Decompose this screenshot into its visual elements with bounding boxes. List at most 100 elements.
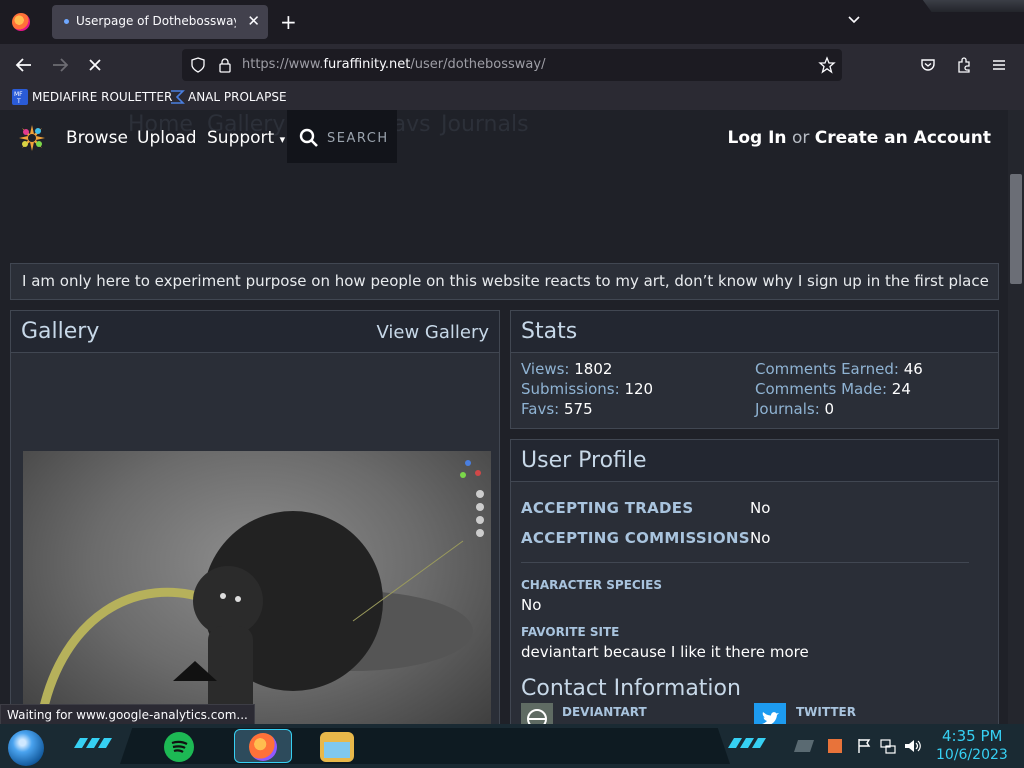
url-text[interactable]: https://www.furaffinity.net/user/dothebo… <box>242 57 545 72</box>
gallery-panel: Gallery View Gallery <box>10 310 500 724</box>
stat-comments-earned: Comments Earned: 46 <box>755 360 923 378</box>
back-button[interactable] <box>13 54 35 76</box>
stat-label: Comments Earned: <box>755 360 899 378</box>
bio-text: I am only here to experiment purpose on … <box>22 272 989 290</box>
profile-title: User Profile <box>521 448 647 473</box>
firefox-icon[interactable] <box>12 13 30 31</box>
address-bar[interactable]: https://www.furaffinity.net/user/dothebo… <box>182 49 842 81</box>
profile-commissions-label: ACCEPTING COMMISSIONS <box>521 529 750 547</box>
nav-support[interactable]: Support ▾ <box>207 128 285 148</box>
search-box[interactable]: SEARCH <box>287 110 397 163</box>
species-value: No <box>521 596 542 614</box>
url-prefix: https://www. <box>242 57 324 72</box>
page-scrollbar[interactable] <box>1008 110 1024 724</box>
species-label: CHARACTER SPECIES <box>521 578 663 592</box>
back-arrow-icon <box>15 58 31 72</box>
profile-header: User Profile <box>511 440 998 482</box>
mediafire-bookmark-icon: MFT <box>12 89 28 105</box>
profile-trades-value: No <box>750 499 771 517</box>
stats-title: Stats <box>521 319 578 344</box>
favorite-site-value: deviantart because I like it there more <box>521 643 809 661</box>
profile-commissions-value: No <box>750 529 771 547</box>
nav-upload[interactable]: Upload <box>137 128 197 148</box>
forward-button[interactable] <box>49 54 71 76</box>
or-text: or <box>791 128 810 148</box>
profile-divider <box>521 562 969 563</box>
bookmark-mediafire[interactable]: MEDIAFIRE ROULETTER <box>32 90 172 104</box>
ghost-nav-journals: Journals <box>441 112 529 137</box>
file-explorer-icon[interactable] <box>320 732 354 762</box>
url-domain: furaffinity.net <box>323 57 411 72</box>
nav-browse[interactable]: Browse <box>66 128 128 148</box>
stat-label: Views: <box>521 360 570 378</box>
taskbar-firefox-button[interactable] <box>234 729 292 763</box>
stat-favs: Favs: 575 <box>521 400 593 418</box>
stats-header: Stats <box>511 311 998 353</box>
browser-nav-bar: https://www.furaffinity.net/user/dothebo… <box>0 44 1024 86</box>
gallery-header: Gallery View Gallery <box>11 311 499 353</box>
chevron-down-icon: ▾ <box>279 133 286 146</box>
stat-value: 46 <box>903 360 923 378</box>
contact-twitter[interactable]: TWITTER <box>796 705 856 719</box>
stat-submissions: Submissions: 120 <box>521 380 653 398</box>
login-link[interactable]: Log In <box>728 128 787 148</box>
browser-tab-bar: Userpage of Dothebossway -- F ✕ + <box>0 0 1024 44</box>
deviantart-icon[interactable] <box>521 703 553 724</box>
clock-time[interactable]: 4:35 PM <box>942 727 1002 745</box>
new-tab-button[interactable]: + <box>280 10 297 34</box>
nav-support-label: Support <box>207 128 275 148</box>
sigma-bookmark-icon <box>171 90 185 104</box>
bookmark-second[interactable]: ANAL PROLAPSE <box>188 90 287 104</box>
svg-text:T: T <box>16 98 21 105</box>
taskbar-band <box>120 728 730 764</box>
stat-views: Views: 1802 <box>521 360 612 378</box>
tray-app-icon[interactable] <box>828 739 842 753</box>
stop-x-icon <box>89 59 101 71</box>
login-area: Log In or Create an Account <box>728 128 992 148</box>
profile-trades-label: ACCEPTING TRADES <box>521 499 694 517</box>
furaffinity-logo-icon[interactable] <box>16 122 48 154</box>
gallery-artwork-image <box>38 460 484 721</box>
svg-text:MF: MF <box>14 91 23 98</box>
contact-title: Contact Information <box>521 676 741 701</box>
tab-list-chevron-icon[interactable] <box>846 12 862 28</box>
web-page: Home Gallery Favs Journals Browse Upload… <box>0 110 1008 724</box>
gallery-title: Gallery <box>21 319 100 344</box>
clock-date[interactable]: 10/6/2023 <box>936 747 1008 763</box>
firefox-taskbar-icon <box>249 733 277 761</box>
view-gallery-link[interactable]: View Gallery <box>376 322 489 343</box>
active-tab[interactable]: Userpage of Dothebossway -- F ✕ <box>52 5 268 39</box>
tab-close-icon[interactable]: ✕ <box>247 11 260 31</box>
forward-arrow-icon <box>53 58 69 72</box>
tab-title: Userpage of Dothebossway -- F <box>76 14 236 28</box>
file-explorer-window-glyph <box>324 742 350 758</box>
site-header: Home Gallery Favs Journals Browse Upload… <box>0 110 1008 166</box>
bookmark-star-icon[interactable] <box>818 56 836 74</box>
pocket-icon[interactable] <box>919 56 937 74</box>
spotify-icon[interactable] <box>164 732 194 762</box>
network-icon[interactable] <box>880 738 896 754</box>
volume-icon[interactable] <box>904 738 922 754</box>
action-center-flag-icon[interactable] <box>856 738 872 754</box>
gallery-thumbnail[interactable] <box>23 451 491 724</box>
start-orb-icon[interactable] <box>8 730 44 766</box>
window-corner-decoration <box>922 0 1024 12</box>
taskbar-deco-right-icon <box>728 738 766 748</box>
loading-dot-icon <box>64 19 69 24</box>
contact-deviantart[interactable]: DEVIANTART <box>562 705 647 719</box>
twitter-icon[interactable] <box>754 703 786 724</box>
stat-journals: Journals: 0 <box>755 400 834 418</box>
stop-loading-button[interactable] <box>84 54 106 76</box>
shield-icon[interactable] <box>190 57 206 73</box>
hamburger-menu-icon[interactable] <box>991 57 1007 73</box>
lock-icon[interactable] <box>218 57 232 73</box>
create-account-link[interactable]: Create an Account <box>815 128 991 148</box>
scrollbar-thumb[interactable] <box>1010 174 1022 284</box>
stat-value: 120 <box>624 380 654 398</box>
show-hidden-icons-icon[interactable] <box>794 740 814 752</box>
stat-value: 1802 <box>574 360 613 378</box>
search-icon <box>299 128 318 147</box>
bookmarks-toolbar: MF T MEDIAFIRE ROULETTER ANAL PROLAPSE <box>0 86 1024 110</box>
extensions-puzzle-icon[interactable] <box>955 56 973 74</box>
favorite-site-label: FAVORITE SITE <box>521 625 620 639</box>
